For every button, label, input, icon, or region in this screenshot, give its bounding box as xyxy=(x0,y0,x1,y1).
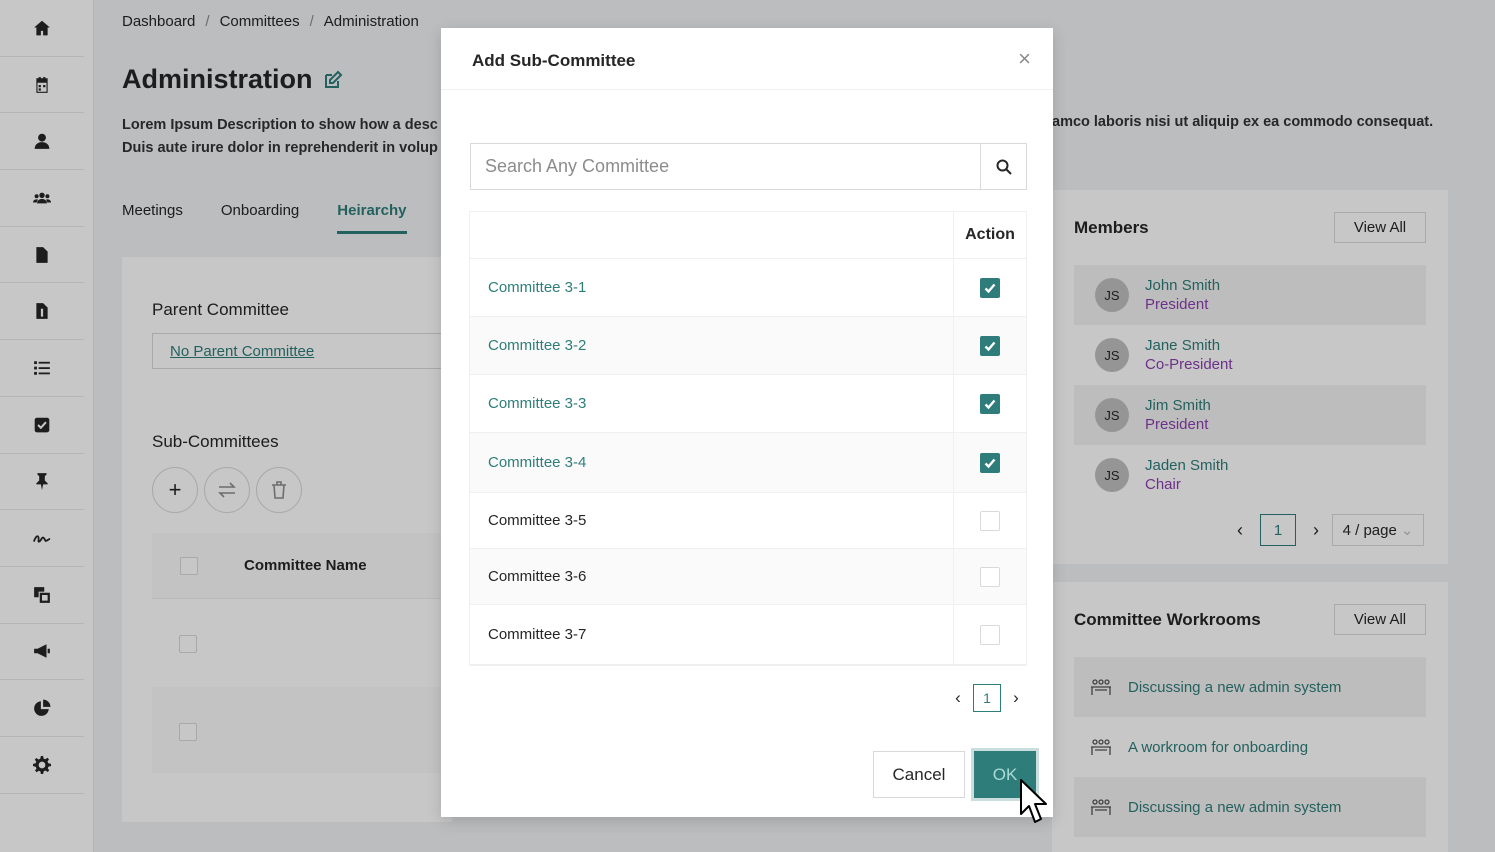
committee-search-input[interactable] xyxy=(471,144,980,189)
action-cell xyxy=(954,433,1026,492)
mouse-cursor-icon xyxy=(1020,779,1047,823)
committee-checkbox[interactable] xyxy=(980,452,1000,473)
committee-name[interactable]: Committee 3-4 xyxy=(470,433,954,492)
committee-checkbox[interactable] xyxy=(980,335,1000,356)
committee-table: Action Committee 3-1 Committee 3-2 Committ… xyxy=(469,211,1027,666)
checkmark-icon xyxy=(984,341,996,351)
committee-name[interactable]: Committee 3-2 xyxy=(470,317,954,374)
action-cell xyxy=(954,493,1026,548)
committee-checkbox[interactable] xyxy=(980,566,1000,587)
committee-row: Committee 3-6 xyxy=(470,549,1026,605)
close-icon[interactable]: × xyxy=(1018,48,1031,70)
checkmark-icon xyxy=(984,458,996,468)
column-action-header: Action xyxy=(965,226,1015,243)
committee-name[interactable]: Committee 3-3 xyxy=(470,375,954,432)
committee-row: Committee 3-5 xyxy=(470,493,1026,549)
committee-row: Committee 3-2 xyxy=(470,317,1026,375)
committee-row: Committee 3-4 xyxy=(470,433,1026,493)
committee-name[interactable]: Committee 3-1 xyxy=(470,259,954,316)
search-icon xyxy=(996,159,1012,175)
modal-page-1[interactable]: 1 xyxy=(973,684,1001,712)
chevron-left-icon[interactable]: ‹ xyxy=(949,688,967,708)
action-cell xyxy=(954,317,1026,374)
column-name-header xyxy=(470,212,954,258)
committee-search xyxy=(470,143,1027,190)
checkmark-icon xyxy=(984,399,996,409)
action-cell xyxy=(954,375,1026,432)
committee-table-header: Action xyxy=(470,212,1026,259)
committee-checkbox[interactable] xyxy=(980,510,1000,531)
action-cell xyxy=(954,259,1026,316)
modal-pagination: ‹ 1 › xyxy=(949,684,1025,712)
committee-row: Committee 3-3 xyxy=(470,375,1026,433)
modal-title: Add Sub-Committee xyxy=(472,51,636,70)
checkmark-icon xyxy=(984,283,996,293)
cancel-button[interactable]: Cancel xyxy=(873,751,965,798)
action-cell xyxy=(954,605,1026,664)
chevron-right-icon[interactable]: › xyxy=(1007,688,1025,708)
committee-checkbox[interactable] xyxy=(980,624,1000,645)
committee-name: Committee 3-6 xyxy=(470,549,954,604)
search-button[interactable] xyxy=(980,144,1026,189)
committee-row: Committee 3-7 xyxy=(470,605,1026,665)
committee-checkbox[interactable] xyxy=(980,393,1000,414)
committee-name: Committee 3-5 xyxy=(470,493,954,548)
add-sub-committee-modal: Add Sub-Committee × Action Committee 3-1… xyxy=(441,28,1053,817)
committee-name: Committee 3-7 xyxy=(470,605,954,664)
committee-row: Committee 3-1 xyxy=(470,259,1026,317)
action-cell xyxy=(954,549,1026,604)
modal-header: Add Sub-Committee × xyxy=(441,28,1053,90)
committee-checkbox[interactable] xyxy=(980,277,1000,298)
